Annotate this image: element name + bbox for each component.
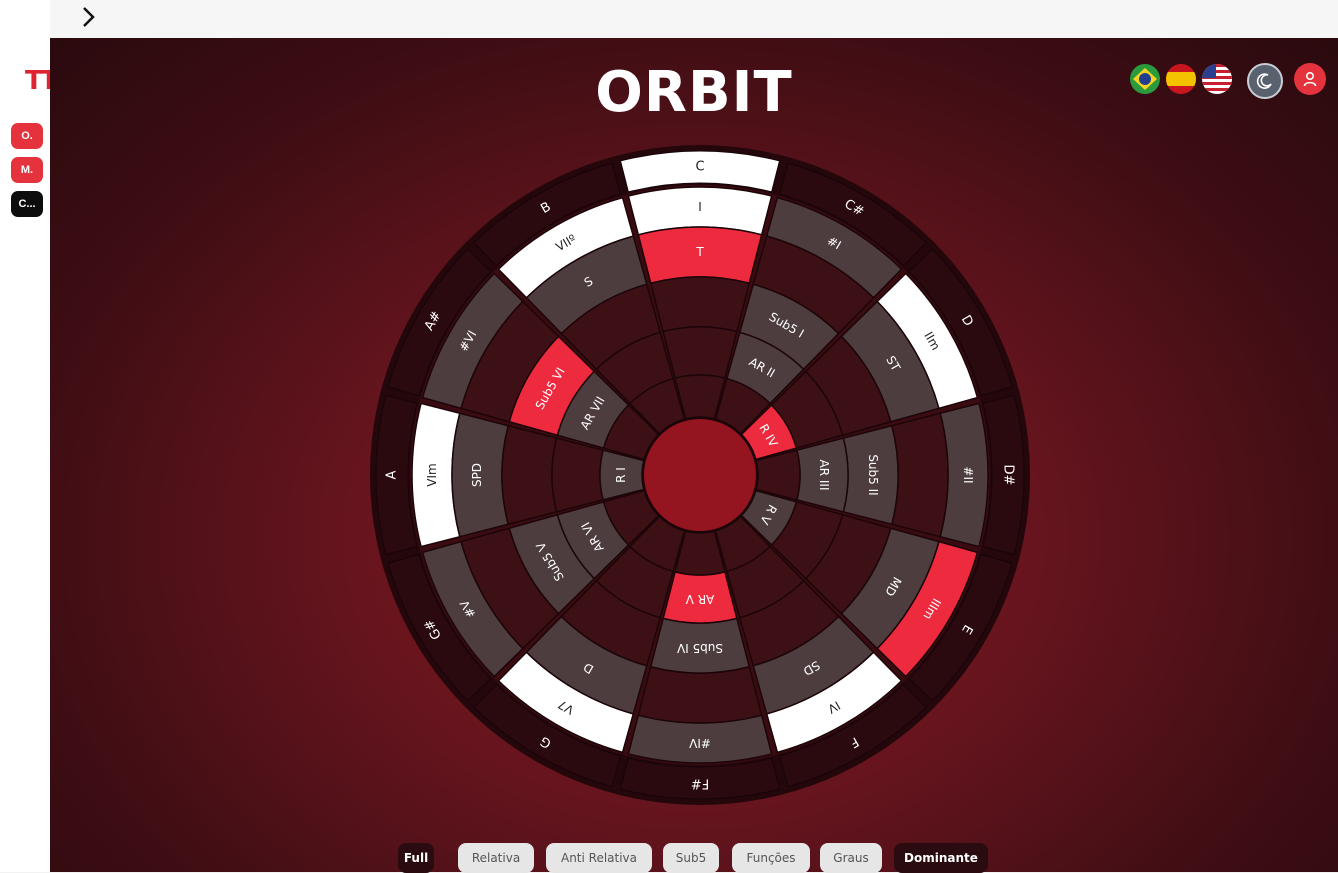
note-label: F# — [691, 776, 709, 791]
sidebar-item-orbit[interactable]: O. — [11, 123, 43, 149]
chevron-right-icon[interactable] — [78, 6, 100, 28]
degree-label: I — [698, 200, 702, 214]
function-cell[interactable] — [637, 665, 763, 724]
tab-sub5[interactable]: Sub5 — [663, 843, 719, 873]
tab-relativa[interactable]: Relativa — [458, 843, 534, 873]
sidebar-item-m[interactable]: M. — [11, 157, 43, 183]
function-label: SPD — [470, 463, 484, 487]
ar-label: AR V — [685, 592, 714, 606]
sub5-label: Sub5 II — [866, 454, 880, 495]
sidebar-item-c[interactable]: C... — [11, 191, 43, 217]
ar-cell[interactable] — [662, 326, 738, 380]
tab-anti-relativa[interactable]: Anti Relativa — [546, 843, 652, 873]
r-label: R I — [614, 467, 628, 483]
degree-label: VIm — [425, 463, 439, 486]
wheel-center[interactable] — [642, 417, 758, 533]
orbit-wheel: CC#DD#EFF#GG#AA#B I#IIIm#IIIIImIV#IVV7#VV… — [370, 145, 1030, 805]
sidebar: TT O. M. C... — [0, 0, 58, 872]
sub5-cell[interactable] — [649, 276, 751, 333]
orbit-main: ORBIT CC# D D# E F F# G G# A A# B I #I I… — [50, 38, 1338, 872]
note-label: C — [695, 160, 704, 175]
ar-label: AR III — [817, 460, 831, 491]
degree-label: #II — [961, 466, 975, 483]
note-label: A — [385, 470, 400, 479]
degree-label: #IV — [688, 736, 711, 750]
tab-full[interactable]: Full — [398, 843, 434, 873]
top-bar — [50, 0, 1338, 38]
tab-graus[interactable]: Graus — [820, 843, 882, 873]
sub5-cell[interactable] — [501, 424, 558, 526]
tab-funcoes[interactable]: Funções — [732, 843, 810, 873]
function-cell[interactable] — [890, 412, 949, 538]
ar-cell[interactable] — [551, 437, 605, 513]
function-label: T — [695, 245, 704, 259]
note-label: D# — [1001, 465, 1016, 486]
tab-dominante[interactable]: Dominante — [894, 843, 988, 873]
sub5-label: Sub5 IV — [676, 641, 723, 655]
